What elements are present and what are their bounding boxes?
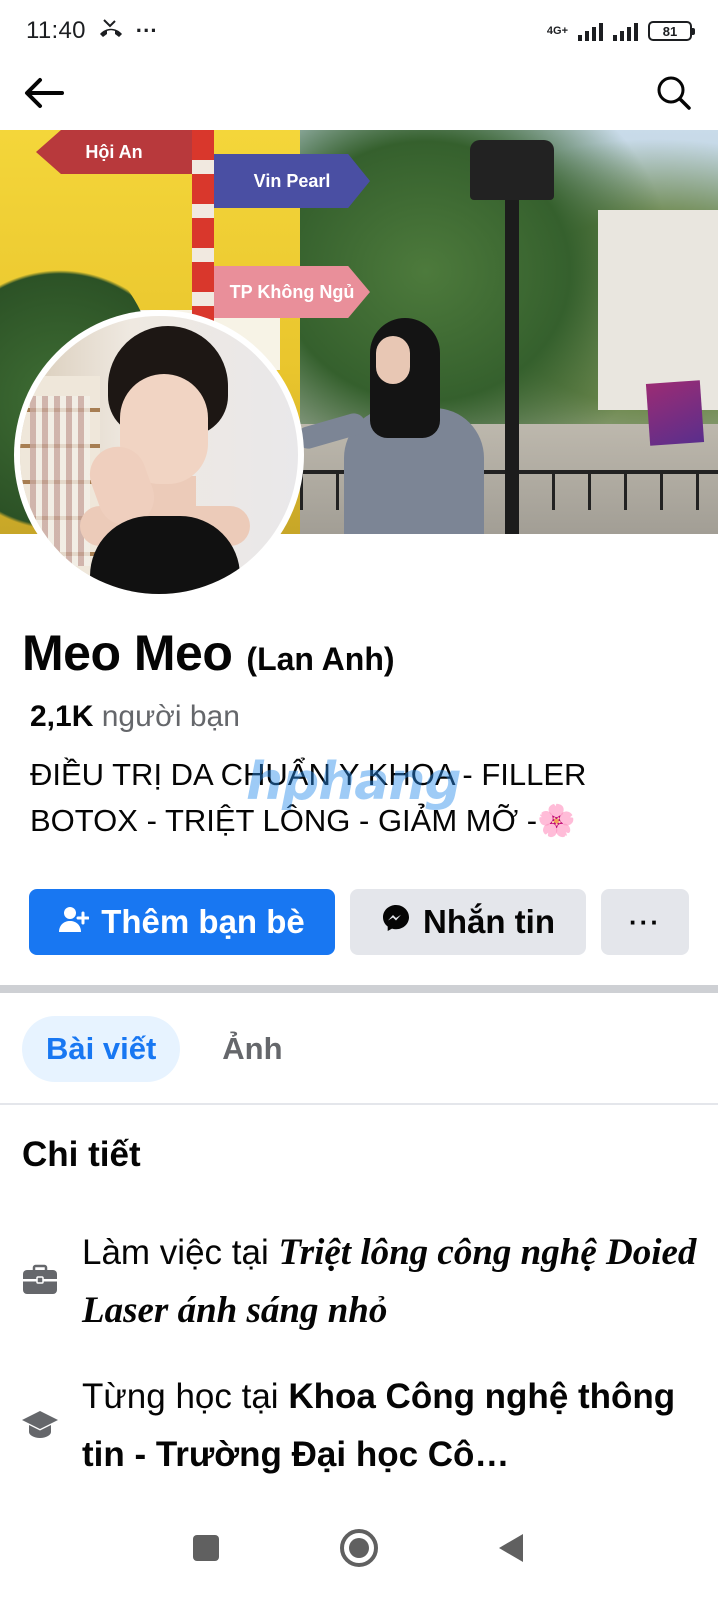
top-nav [0, 62, 718, 128]
profile-avatar[interactable] [14, 310, 304, 600]
friends-count-label: người bạn [101, 700, 240, 733]
status-bar: 11:40 ··· 4G+ 81 [0, 0, 718, 62]
status-time: 11:40 [26, 17, 86, 44]
add-friend-label: Thêm bạn bè [101, 903, 305, 940]
poster-image [645, 380, 705, 446]
profile-name-row: Meo Meo (Lan Anh) [22, 624, 395, 682]
home-button[interactable] [339, 1528, 379, 1573]
detail-work[interactable]: Làm việc tại Triệt lông công nghệ Doied … [20, 1224, 700, 1340]
profile-alt-name: (Lan Anh) [246, 641, 395, 677]
tabs-divider [0, 1103, 718, 1105]
missed-call-icon [98, 17, 124, 45]
signal-icon-2 [613, 21, 638, 41]
search-icon [656, 75, 692, 116]
search-button[interactable] [650, 71, 698, 119]
profile-tabs: Bài viết Ảnh [22, 1016, 307, 1082]
system-nav-bar [0, 1500, 718, 1600]
profile-actions: Thêm bạn bè Nhắn tin ··· [29, 889, 689, 955]
back-nav-button[interactable] [497, 1532, 527, 1569]
network-type: 4G+ [546, 24, 568, 37]
sign-hoi-an: Hội An [36, 130, 192, 174]
messenger-icon [381, 903, 411, 941]
work-prefix: Làm việc tại [82, 1233, 279, 1272]
details-heading: Chi tiết [22, 1135, 141, 1174]
status-more-icon: ··· [135, 18, 158, 43]
more-options-button[interactable]: ··· [601, 889, 689, 955]
bio-line-2: BOTOX - TRIỆT LÔNG - GIẢM MỠ -🌸 [30, 803, 576, 838]
graduation-cap-icon [21, 1408, 59, 1484]
sign-vin-pearl: Vin Pearl [214, 154, 370, 208]
section-divider [0, 985, 718, 993]
tab-photos[interactable]: Ảnh [198, 1016, 306, 1082]
edu-prefix: Từng học tại [82, 1377, 289, 1416]
add-person-icon [59, 903, 90, 941]
friends-count[interactable]: 2,1K người bạn [30, 700, 240, 734]
message-button[interactable]: Nhắn tin [350, 889, 586, 955]
sign-tp-khong-ngu: TP Không Ngủ [214, 266, 370, 318]
recents-button[interactable] [191, 1533, 221, 1568]
detail-education[interactable]: Từng học tại Khoa Công nghệ thông tin - … [20, 1368, 700, 1484]
message-label: Nhắn tin [423, 903, 555, 940]
profile-bio: ĐIỀU TRỊ DA CHUẨN Y KHOA - FILLER BOTOX … [30, 752, 700, 844]
arrow-left-icon [24, 77, 64, 114]
battery-level: 81 [662, 23, 678, 39]
signal-icon [578, 21, 603, 41]
briefcase-icon [22, 1264, 58, 1340]
cover-person [294, 318, 490, 534]
bio-line-1: ĐIỀU TRỊ DA CHUẨN Y KHOA - FILLER [30, 757, 587, 792]
add-friend-button[interactable]: Thêm bạn bè [29, 889, 335, 955]
friends-count-value: 2,1K [30, 700, 94, 733]
tab-posts[interactable]: Bài viết [22, 1016, 181, 1082]
profile-name: Meo Meo [22, 625, 233, 681]
battery-icon: 81 [648, 21, 695, 41]
more-icon: ··· [629, 906, 661, 937]
back-button[interactable] [20, 71, 68, 119]
